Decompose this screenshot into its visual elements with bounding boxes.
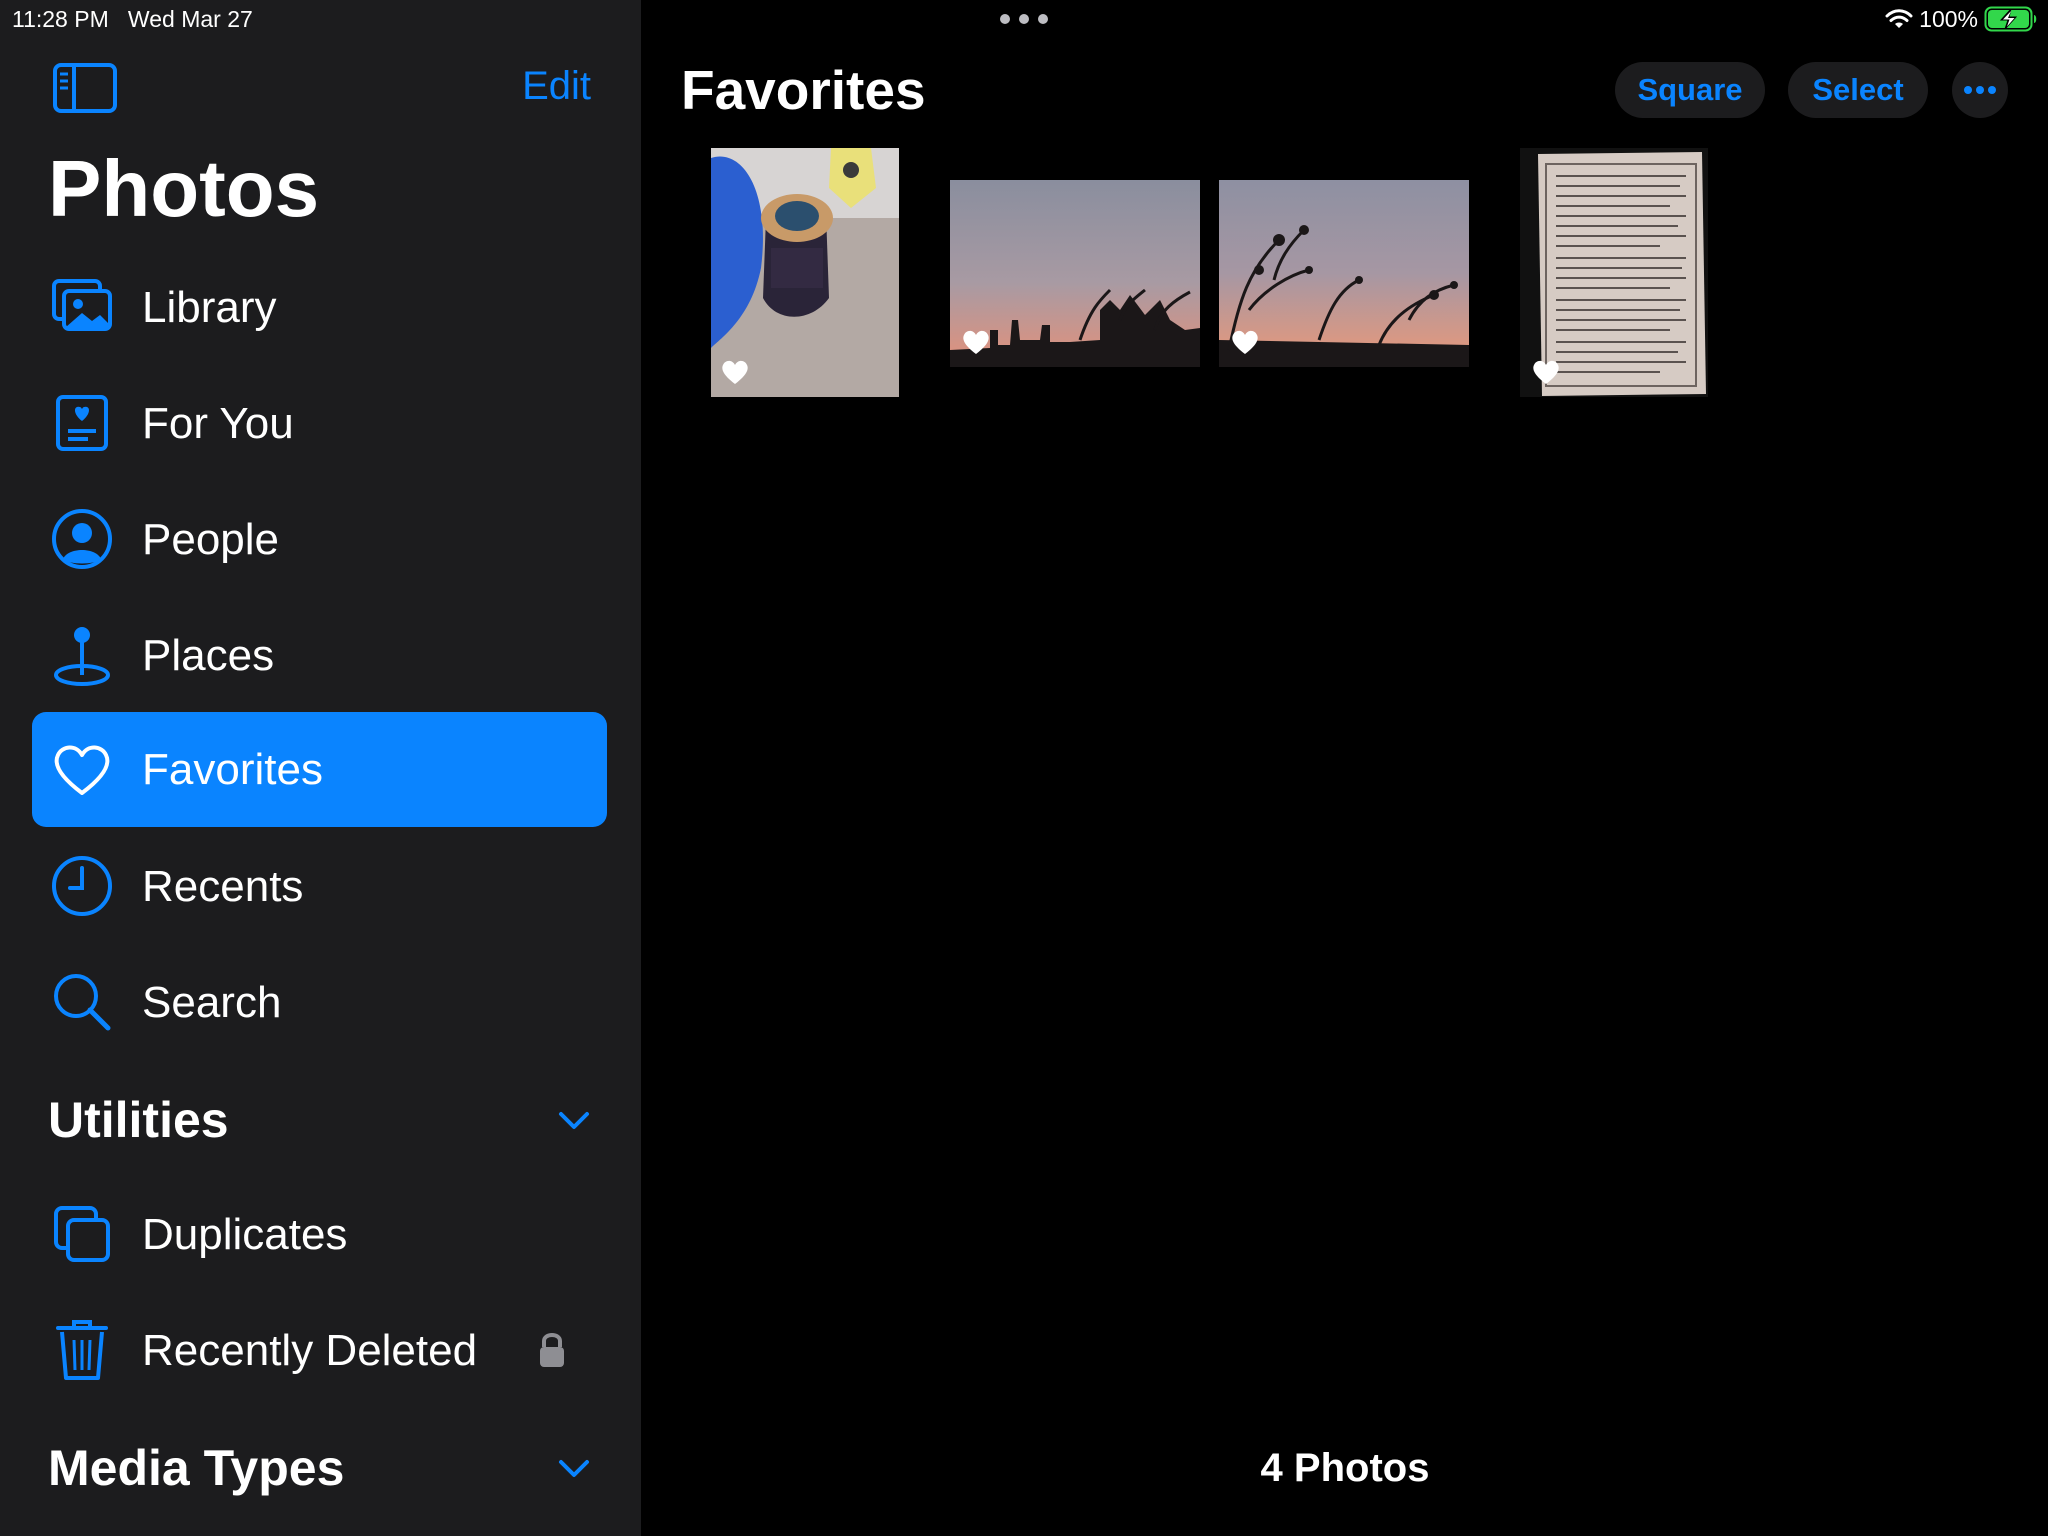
photo-thumbnail[interactable] [1219,180,1469,367]
sidebar-item-for-you[interactable]: For You [32,366,607,481]
utilities-section-header[interactable]: Utilities [48,1080,593,1160]
sidebar-item-places[interactable]: Places [32,598,607,713]
sidebar-item-search[interactable]: Search [32,945,607,1060]
photo-count-label: 4 Photos [1260,1446,1430,1490]
multitask-dot [1000,14,1010,24]
status-date: Wed Mar 27 [127,6,253,32]
sidebar-item-library[interactable]: Library [32,250,607,365]
ellipsis-icon [1964,86,1996,94]
section-title: Utilities [48,1092,229,1148]
photo-thumbnail[interactable] [950,180,1200,367]
sidebar-item-label: Library [142,283,277,332]
favorite-heart-icon [1533,360,1559,384]
sidebar-item-recently-deleted[interactable]: Recently Deleted [32,1293,607,1408]
map-pin-icon [50,623,114,687]
favorite-heart-icon [1232,330,1258,354]
sidebar-item-label: Search [142,978,282,1027]
square-button[interactable]: Square [1615,62,1765,118]
sidebar-item-label: Recents [142,862,304,911]
multitask-dot [1019,14,1029,24]
select-button[interactable]: Select [1788,62,1928,118]
sidebar-item-label: Recently Deleted [142,1326,478,1375]
wifi-icon [1885,9,1913,28]
sidebar-toggle-icon[interactable] [52,62,118,114]
search-icon [50,970,114,1034]
status-time: 11:28 PM Wed Mar 27 [12,6,253,33]
sidebar-item-label: Favorites [142,745,323,794]
sidebar-item-label: People [142,515,280,564]
duplicates-icon [50,1202,114,1266]
person-circle-icon [50,507,114,571]
more-options-button[interactable] [1952,62,2008,118]
sidebar-title: Photos [48,144,320,233]
lock-icon [540,1333,564,1367]
trash-icon [50,1318,114,1382]
chevron-down-icon[interactable] [555,1449,593,1487]
chevron-down-icon[interactable] [555,1101,593,1139]
sidebar-item-duplicates[interactable]: Duplicates [32,1177,607,1292]
section-title: Media Types [48,1440,345,1496]
photo-thumbnail[interactable] [711,148,899,397]
multitasking-handle[interactable] [1000,12,1048,26]
sidebar-item-people[interactable]: People [32,482,607,597]
status-indicators: 100% [1885,4,2038,34]
favorite-heart-icon [722,360,748,384]
sidebar-item-label: Places [142,631,275,680]
sidebar-item-label: For You [142,399,294,448]
favorite-heart-icon [963,330,989,354]
photo-library-icon [50,275,114,339]
for-you-icon [50,391,114,455]
heart-icon [50,737,114,801]
sidebar-item-recents[interactable]: Recents [32,829,607,944]
edit-button[interactable]: Edit [522,64,591,109]
sidebar: Edit Photos Library For You People Place… [0,0,641,1536]
battery-percent: 100% [1919,5,1978,32]
clock-icon [50,854,114,918]
status-clock: 11:28 PM [12,6,109,32]
battery-charging-icon [1984,6,2037,32]
photos-app: Edit Photos Library For You People Place… [0,0,2048,1536]
sidebar-item-label: Duplicates [142,1210,348,1259]
media-types-section-header[interactable]: Media Types [48,1428,593,1508]
page-title: Favorites [681,59,926,121]
photo-thumbnail[interactable] [1520,148,1708,397]
multitask-dot [1038,14,1048,24]
sidebar-item-favorites[interactable]: Favorites [32,712,607,827]
